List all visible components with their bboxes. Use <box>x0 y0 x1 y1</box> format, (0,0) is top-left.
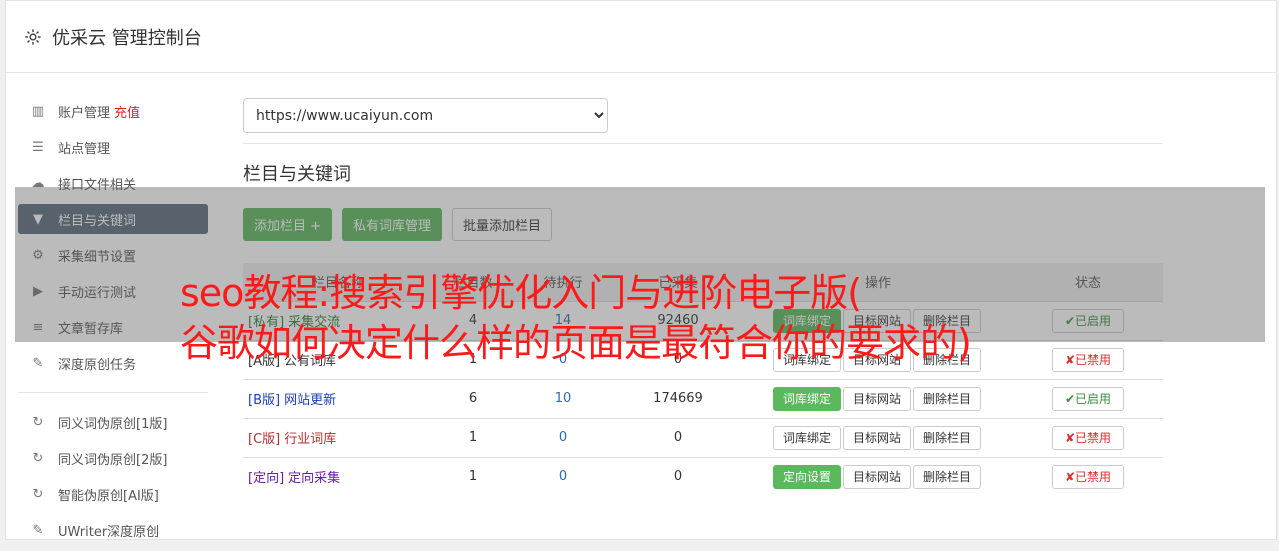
bind-dict-button[interactable]: 定向设置 <box>772 464 841 489</box>
column-name-cell[interactable]: [定向] 定向采集 <box>243 456 433 496</box>
sidebar-item-label: 深度原创任务 <box>58 357 137 373</box>
sidebar-item-label: 站点管理 <box>58 141 111 157</box>
divider <box>243 143 1163 144</box>
delete-column-button[interactable]: 删除栏目 <box>913 464 982 489</box>
actions-cell: 词库绑定 目标网站 删除栏目 <box>743 378 1013 418</box>
column-tag: [C版] <box>248 432 281 447</box>
sidebar-item-label: 账户管理 <box>58 105 111 121</box>
refresh-icon: ↻ <box>32 414 44 430</box>
column-count: 6 <box>433 378 513 418</box>
column-name[interactable]: 定向采集 <box>288 471 340 486</box>
pending-count[interactable]: 0 <box>513 417 613 457</box>
article-title-banner: seo教程:搜索引擎优化入门与进阶电子版( 谷歌如何决定什么样的页面是最符合你的… <box>180 268 1180 368</box>
bind-dict-button[interactable]: 词库绑定 <box>772 386 841 411</box>
banner-line-2: 谷歌如何决定什么样的页面是最符合你的要求的) <box>180 321 972 365</box>
delete-column-button[interactable]: 删除栏目 <box>913 386 982 411</box>
refresh-icon: ↻ <box>32 450 44 466</box>
status-cell: ✔已启用 <box>1013 378 1163 418</box>
bar-chart-icon: ▥ <box>31 103 45 119</box>
column-name-cell[interactable]: [B版] 网站更新 <box>243 378 433 418</box>
sidebar-divider <box>18 392 208 393</box>
sidebar-item-sites[interactable]: ☰ 站点管理 <box>18 132 208 162</box>
banner-line-1: seo教程:搜索引擎优化入门与进阶电子版( <box>180 271 862 315</box>
column-name-cell[interactable]: [C版] 行业词库 <box>243 417 433 457</box>
table-row: [B版] 网站更新 6 10 174669 词库绑定 目标网站 删除栏目 ✔已启用 <box>243 378 1163 418</box>
sidebar-item-label: UWriter深度原创 <box>58 524 160 540</box>
edit-icon: ✎ <box>32 522 44 538</box>
status-cell: ✘已禁用 <box>1013 456 1163 496</box>
target-site-button[interactable]: 目标网站 <box>842 464 911 489</box>
status-toggle-button[interactable]: ✘已禁用 <box>1052 425 1124 450</box>
actions-cell: 定向设置 目标网站 删除栏目 <box>743 456 1013 496</box>
column-count: 1 <box>433 417 513 457</box>
column-tag: [定向] <box>248 471 285 487</box>
sidebar-item-synonym-2[interactable]: ↻ 同义词伪原创[2版] <box>18 443 208 473</box>
sidebar-item-synonym-1[interactable]: ↻ 同义词伪原创[1版] <box>18 407 208 437</box>
sidebar-item-ai-rewrite[interactable]: ↻ 智能伪原创[AI版] <box>18 479 208 509</box>
status-toggle-button[interactable]: ✔已启用 <box>1052 386 1124 411</box>
sidebar-item-label: 同义词伪原创[1版] <box>58 416 168 432</box>
actions-cell: 词库绑定 目标网站 删除栏目 <box>743 417 1013 457</box>
gear-icon <box>25 28 41 45</box>
recharge-link[interactable]: 充值 <box>114 102 140 121</box>
sidebar-item-label: 同义词伪原创[2版] <box>58 452 168 468</box>
column-name[interactable]: 网站更新 <box>284 393 336 408</box>
refresh-icon: ↻ <box>32 486 44 502</box>
edit-icon: ✎ <box>32 355 44 371</box>
column-count: 1 <box>433 456 513 496</box>
server-icon: ☰ <box>32 139 44 155</box>
target-site-button[interactable]: 目标网站 <box>842 425 911 450</box>
panel-header: 优采云 管理控制台 <box>6 1 1276 73</box>
collected-count: 174669 <box>613 378 743 418</box>
collected-count: 0 <box>613 456 743 496</box>
delete-column-button[interactable]: 删除栏目 <box>913 425 982 450</box>
column-name[interactable]: 行业词库 <box>284 432 336 447</box>
table-row: [定向] 定向采集 1 0 0 定向设置 目标网站 删除栏目 ✘已禁用 <box>243 456 1163 496</box>
pending-count[interactable]: 0 <box>513 456 613 496</box>
sidebar-item-uwriter[interactable]: ✎ UWriter深度原创 <box>18 515 208 545</box>
bind-dict-button[interactable]: 词库绑定 <box>772 425 841 450</box>
site-select[interactable]: https://www.ucaiyun.com <box>243 98 608 133</box>
pending-count[interactable]: 10 <box>513 378 613 418</box>
page-title: 优采云 管理控制台 <box>52 27 202 49</box>
status-toggle-button[interactable]: ✘已禁用 <box>1052 464 1124 489</box>
section-title: 栏目与关键词 <box>243 164 351 185</box>
collected-count: 0 <box>613 417 743 457</box>
table-row: [C版] 行业词库 1 0 0 词库绑定 目标网站 删除栏目 ✘已禁用 <box>243 417 1163 457</box>
status-cell: ✘已禁用 <box>1013 417 1163 457</box>
column-tag: [B版] <box>248 393 281 408</box>
sidebar-item-label: 智能伪原创[AI版] <box>58 488 159 504</box>
target-site-button[interactable]: 目标网站 <box>842 386 911 411</box>
sidebar-item-account[interactable]: ▥ 账户管理 充值 <box>18 96 208 126</box>
